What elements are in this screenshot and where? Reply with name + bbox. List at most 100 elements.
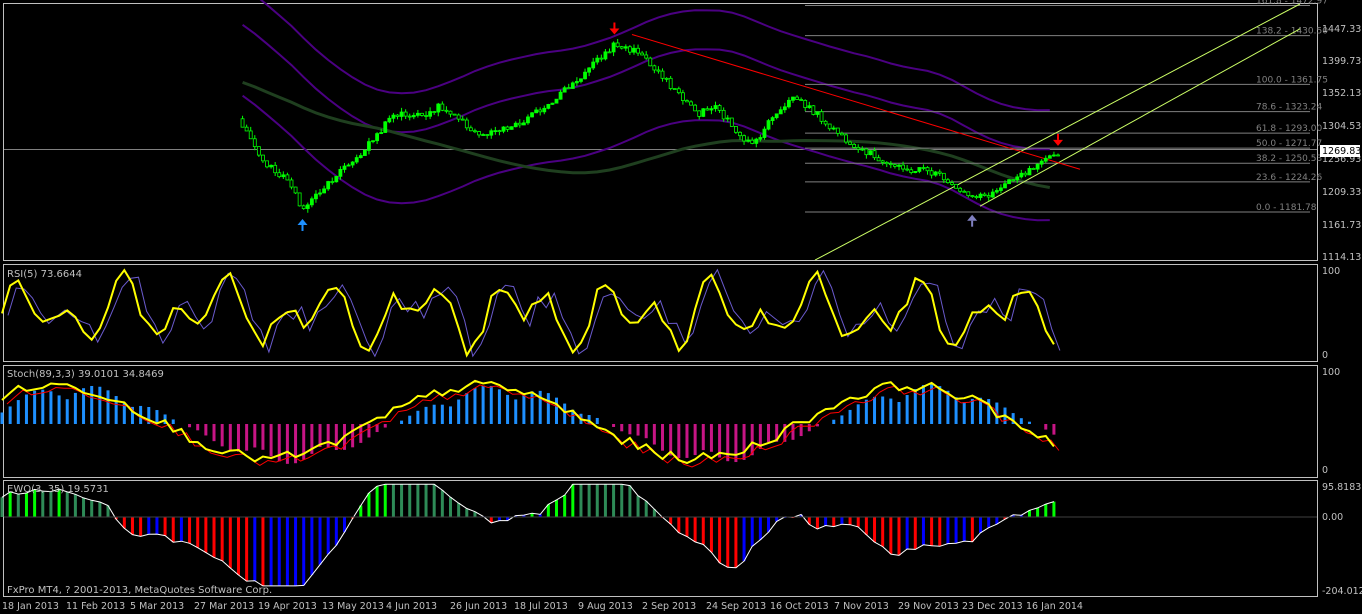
x-tick: 18 Jan 2013 [2,601,59,612]
stoch-histogram-bar [889,398,893,424]
ewo-histogram-bar [905,517,909,550]
candle-body [550,102,555,105]
ewo-histogram-bar [383,484,387,517]
stoch-histogram-bar [709,424,713,452]
candle-body [823,120,828,125]
copyright-footer: FxPro MT4, ? 2001-2013, MetaQuotes Softw… [7,585,272,596]
candle-body [615,42,620,48]
candle-body [762,128,767,138]
candle-body [921,167,926,169]
candle-body [411,114,416,118]
ewo-histogram-bar [212,517,216,558]
candle-body [1027,168,1032,176]
ewo-histogram-bar [236,517,240,575]
candle-body [619,46,624,49]
fibo-level-label: 78.6 - 1323.24 [1256,103,1322,113]
candle-body [493,130,498,133]
candle-body [521,122,526,126]
candle-body [452,113,457,116]
candle-body [982,193,987,196]
rsi-y-tick: 0 [1322,350,1328,361]
candle-body [261,154,265,162]
stoch-histogram-bar [864,399,868,424]
ewo-histogram-bar [432,484,436,517]
candle-body [591,61,596,69]
candle-body [717,105,722,111]
candle-body [583,71,587,80]
ewo-histogram-bar [253,517,257,581]
ewo-histogram-bar [16,494,20,517]
stoch-histogram-bar [636,424,640,436]
candle-body [358,155,363,158]
candle-body [338,169,343,177]
trading-chart[interactable]: 161.8 - 1472.97 138.2 - 1430.50 100.0 - 13… [0,0,1362,614]
candle-body [1052,154,1056,157]
stoch-histogram-bar [612,424,616,427]
stoch-label: Stoch(89,3,3) 39.0101 34.8469 [7,369,164,380]
x-tick: 13 May 2013 [322,601,384,612]
candle-body [795,96,799,100]
candle-body [672,88,677,90]
x-tick: 16 Jan 2014 [1026,601,1083,612]
candle-body [1047,155,1052,159]
candle-body [477,131,481,136]
ewo-histogram-bar [636,495,640,517]
candle-body [656,69,661,72]
candle-body [909,169,914,173]
ewo-histogram-bar [163,517,167,536]
candle-body [485,134,490,136]
stoch-histogram-bar [848,409,852,424]
ewo-histogram-bar [954,517,958,544]
candle-body [309,198,314,206]
stoch-histogram-bar [644,424,648,439]
candle-body [1039,160,1044,165]
candle-body [990,191,995,198]
candle-body [334,175,339,183]
candle-body [676,88,681,94]
candle-body [501,126,506,132]
candle-body [994,190,999,193]
candle-body [326,181,331,190]
candle-body [819,111,824,122]
candle-body [530,112,534,118]
current-price-label: 1269.83 [1322,146,1361,157]
stoch-y-tick: 100 [1322,367,1340,378]
stoch-histogram-bar [970,398,974,424]
ewo-histogram-bar [856,517,860,527]
stoch-histogram-bar [555,397,559,424]
candle-body [407,115,412,118]
ewo-histogram-bar [677,517,681,533]
stoch-histogram-bar [204,424,208,436]
fibo-level-label: 138.2 - 1430.50 [1256,27,1328,37]
stoch-histogram-bar [530,391,534,424]
ewo-histogram-bar [139,517,143,537]
candle-body [721,109,726,120]
fibo-level-label: 38.2 - 1250.53 [1256,154,1322,164]
stoch-histogram-bar [33,390,37,424]
stoch-histogram-bar [448,406,452,424]
candle-body [738,131,742,137]
candle-body [835,127,840,134]
stoch-histogram-bar [326,424,330,448]
ewo-histogram-bar [497,517,501,521]
ewo-histogram-bar [204,517,208,553]
stoch-histogram-bar [742,424,746,460]
ewo-histogram-bar [685,517,689,537]
candle-body [538,109,543,113]
candle-body [248,130,253,140]
candle-body [697,110,702,117]
ewo-histogram-bar [709,517,713,553]
stoch-histogram-bar [1019,418,1023,424]
candle-body [505,126,510,130]
candle-body [558,91,563,100]
stoch-histogram-bar [563,403,567,424]
ewo-histogram-bar [228,517,232,569]
fibo-level-label: 23.6 - 1224.26 [1256,173,1322,183]
candle-body [570,82,575,89]
candle-body [860,148,865,151]
stoch-histogram-bar [253,424,257,448]
stoch-histogram-bar [416,410,420,424]
ewo-histogram-bar [98,501,102,517]
candle-body [354,157,359,163]
ewo-histogram-bar [261,517,265,586]
